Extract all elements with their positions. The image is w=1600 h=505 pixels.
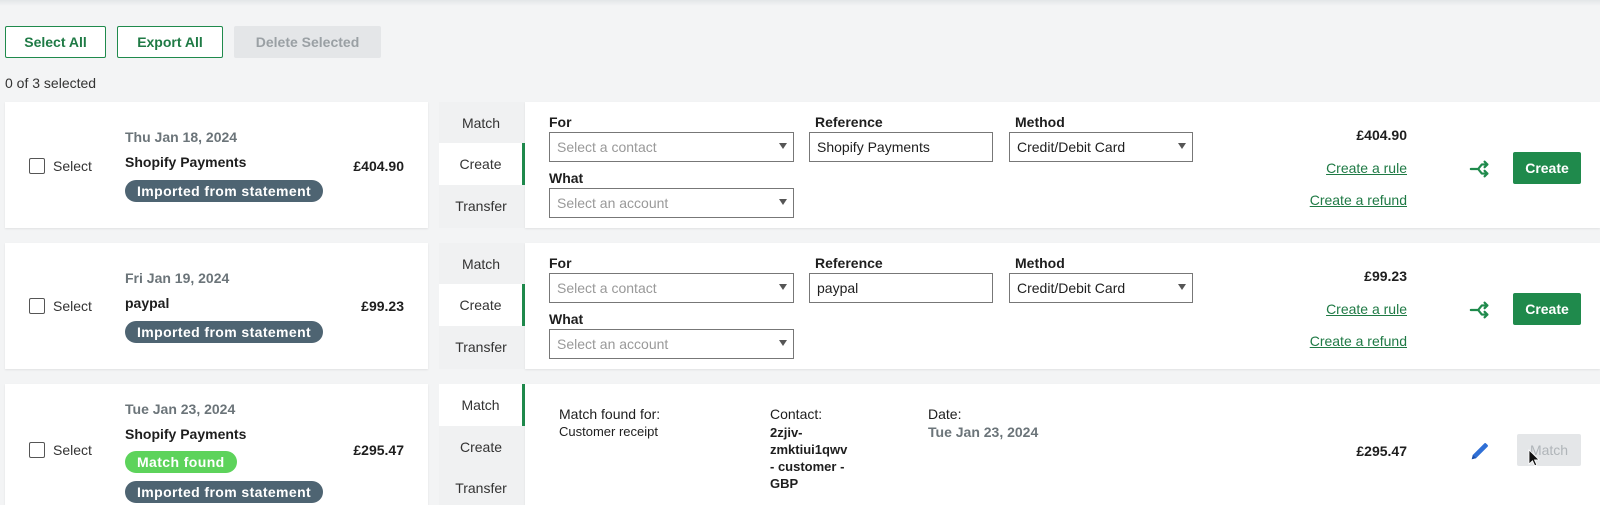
method-value: Credit/Debit Card (1017, 139, 1126, 155)
match-found-badge: Match found (125, 451, 237, 473)
match-panel-3: Match found for: Customer receipt Contac… (525, 384, 1600, 505)
contact-line-3: - customer - (770, 459, 845, 474)
transaction-card-3: Select Tue Jan 23, 2024 Shopify Payments… (5, 384, 428, 505)
contact-line-1: 2zjiv- (770, 425, 803, 440)
contact-line-4: GBP (770, 476, 799, 491)
tab-create[interactable]: Create (439, 426, 525, 467)
contact-placeholder: Select a contact (557, 280, 657, 296)
checkbox-label: Select (53, 442, 92, 458)
tab-transfer[interactable]: Transfer (439, 326, 525, 367)
shuffle-icon[interactable] (1469, 299, 1491, 321)
checkbox[interactable] (29, 442, 45, 458)
action-tabs-2: Match Create Transfer (439, 243, 525, 369)
select-all-button[interactable]: Select All (5, 26, 106, 58)
checkbox-label: Select (53, 298, 92, 314)
create-refund-link[interactable]: Create a refund (1310, 192, 1407, 208)
account-select[interactable]: Select an account (549, 188, 794, 218)
what-label: What (549, 311, 584, 327)
chevron-down-icon (779, 340, 787, 346)
account-placeholder: Select an account (557, 336, 669, 352)
row-select-checkbox[interactable]: Select (29, 442, 92, 458)
transaction-name: Shopify Payments (125, 154, 247, 170)
what-label: What (549, 170, 584, 186)
action-tabs-3: Match Create Transfer (439, 384, 525, 505)
chevron-down-icon (779, 284, 787, 290)
account-placeholder: Select an account (557, 195, 669, 211)
export-all-button[interactable]: Export All (117, 26, 223, 58)
method-label: Method (1015, 114, 1065, 130)
contact-select[interactable]: Select a contact (549, 273, 794, 303)
transaction-amount: £404.90 (353, 158, 404, 174)
reference-input[interactable]: paypal (809, 273, 993, 303)
method-select[interactable]: Credit/Debit Card (1009, 273, 1193, 303)
selection-count: 0 of 3 selected (5, 75, 97, 91)
match-button[interactable]: Match (1517, 434, 1581, 466)
status-badge: Imported from statement (125, 180, 324, 202)
transaction-card-1: Select Thu Jan 18, 2024 Shopify Payments… (5, 102, 428, 228)
create-button[interactable]: Create (1513, 152, 1581, 184)
create-button[interactable]: Create (1513, 293, 1581, 325)
contact-placeholder: Select a contact (557, 139, 657, 155)
mouse-pointer-icon (1528, 449, 1540, 467)
transaction-date: Tue Jan 23, 2024 (125, 401, 236, 417)
reference-input[interactable]: Shopify Payments (809, 132, 993, 162)
for-label: For (549, 114, 572, 130)
match-type: Customer receipt (559, 424, 658, 439)
contact-label: Contact: (770, 406, 823, 422)
status-badge: Imported from statement (125, 481, 324, 503)
create-rule-link[interactable]: Create a rule (1326, 301, 1407, 317)
total-amount: £99.23 (1364, 268, 1407, 284)
total-amount: £295.47 (1356, 443, 1407, 459)
transaction-date: Fri Jan 19, 2024 (125, 270, 230, 286)
create-refund-link[interactable]: Create a refund (1310, 333, 1407, 349)
top-shadow (0, 0, 1600, 6)
method-label: Method (1015, 255, 1065, 271)
tab-match[interactable]: Match (439, 102, 525, 143)
match-date: Tue Jan 23, 2024 (928, 424, 1039, 440)
tab-create[interactable]: Create (439, 284, 525, 326)
create-rule-link[interactable]: Create a rule (1326, 160, 1407, 176)
checkbox[interactable] (29, 298, 45, 314)
checkbox[interactable] (29, 158, 45, 174)
contact-select[interactable]: Select a contact (549, 132, 794, 162)
action-tabs-1: Match Create Transfer (439, 102, 525, 228)
tab-transfer[interactable]: Transfer (439, 185, 525, 226)
transaction-date: Thu Jan 18, 2024 (125, 129, 238, 145)
shuffle-icon[interactable] (1469, 158, 1491, 180)
tab-create[interactable]: Create (439, 143, 525, 185)
contact-line-2: zmktiui1qwv (770, 442, 848, 457)
tab-match[interactable]: Match (439, 384, 525, 426)
chevron-down-icon (1178, 284, 1186, 290)
chevron-down-icon (1178, 143, 1186, 149)
reference-label: Reference (815, 255, 883, 271)
method-value: Credit/Debit Card (1017, 280, 1126, 296)
tab-transfer[interactable]: Transfer (439, 467, 525, 505)
delete-selected-button[interactable]: Delete Selected (234, 26, 381, 58)
row-select-checkbox[interactable]: Select (29, 158, 92, 174)
status-badge: Imported from statement (125, 321, 324, 343)
date-label: Date: (928, 406, 962, 422)
transaction-amount: £295.47 (353, 442, 404, 458)
create-form-2: For Select a contact Reference paypal Me… (525, 243, 1600, 369)
account-select[interactable]: Select an account (549, 329, 794, 359)
match-found-label: Match found for: (559, 406, 661, 422)
method-select[interactable]: Credit/Debit Card (1009, 132, 1193, 162)
chevron-down-icon (779, 143, 787, 149)
transaction-name: paypal (125, 295, 170, 311)
pencil-icon[interactable] (1469, 440, 1491, 462)
total-amount: £404.90 (1356, 127, 1407, 143)
create-form-1: For Select a contact Reference Shopify P… (525, 102, 1600, 228)
transaction-amount: £99.23 (361, 298, 404, 314)
chevron-down-icon (779, 199, 787, 205)
for-label: For (549, 255, 572, 271)
tab-match[interactable]: Match (439, 243, 525, 284)
transaction-card-2: Select Fri Jan 19, 2024 paypal £99.23 Im… (5, 243, 428, 369)
transaction-name: Shopify Payments (125, 426, 247, 442)
reference-label: Reference (815, 114, 883, 130)
row-select-checkbox[interactable]: Select (29, 298, 92, 314)
checkbox-label: Select (53, 158, 92, 174)
